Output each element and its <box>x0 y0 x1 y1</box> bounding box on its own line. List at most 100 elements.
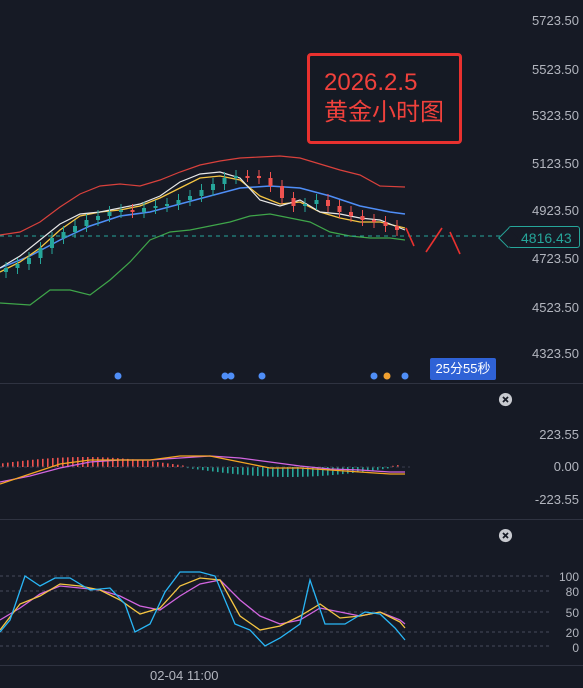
candle-body <box>291 198 296 206</box>
macd-bar <box>152 461 154 467</box>
macd-bar <box>162 462 164 467</box>
macd-bar <box>142 460 144 467</box>
ma-fast-line <box>0 171 406 269</box>
candle-body <box>27 258 31 264</box>
candle-body <box>107 212 112 216</box>
candle-body <box>383 222 388 226</box>
candle-body <box>257 176 261 178</box>
macd-pane[interactable]: 223.55 0.00 -223.55 <box>0 384 583 519</box>
candle-body <box>176 200 181 204</box>
price-level-label: 4523.50 <box>532 300 579 315</box>
price-pane[interactable]: 5723.50 5523.50 5323.50 5123.50 4923.50 … <box>0 0 583 383</box>
macd-bar <box>232 467 234 474</box>
candle-body <box>142 208 146 212</box>
price-level-label: 5723.50 <box>532 13 579 28</box>
candle-body <box>188 196 192 200</box>
macd-bar <box>62 457 64 467</box>
macd-bar <box>17 461 19 467</box>
event-marker <box>370 372 378 380</box>
macd-level-label: -223.55 <box>534 492 579 507</box>
macd-bar <box>242 467 244 475</box>
macd-bar <box>177 464 179 467</box>
time-axis-label: 02-04 11:00 <box>150 668 219 683</box>
price-level-label: 5323.50 <box>532 108 579 123</box>
macd-bar <box>157 462 159 467</box>
kdj-level-label: 0 <box>572 641 579 655</box>
prediction-stroke <box>449 231 461 255</box>
macd-bar <box>267 467 269 477</box>
annotation-box[interactable]: 2026.2.5 黄金小时图 <box>307 53 462 144</box>
event-marker <box>221 372 229 380</box>
candle-body <box>349 212 353 216</box>
price-level-label: 4923.50 <box>532 203 579 218</box>
candle-body <box>303 204 307 206</box>
price-level-label: 5123.50 <box>532 156 579 171</box>
event-marker <box>227 372 235 380</box>
candle-body <box>337 206 342 212</box>
candle-body <box>38 248 43 258</box>
prediction-stroke <box>405 227 415 247</box>
bar-countdown: 25分55秒 <box>430 358 496 380</box>
macd-bar <box>217 467 219 473</box>
macd-bar <box>387 467 389 469</box>
macd-bar <box>47 458 49 467</box>
prediction-stroke <box>425 227 443 253</box>
macd-bar <box>112 457 114 467</box>
candlestick-series <box>4 170 399 278</box>
price-level-label: 4723.50 <box>532 251 579 266</box>
macd-bar <box>107 457 109 467</box>
candle-body <box>395 226 399 230</box>
event-marker <box>401 372 409 380</box>
event-marker <box>114 372 122 380</box>
event-marker <box>258 372 266 380</box>
price-chart <box>0 155 510 380</box>
macd-bar <box>32 459 34 467</box>
event-marker <box>383 372 391 380</box>
macd-bar <box>57 457 59 467</box>
price-level-label: 4323.50 <box>532 346 579 361</box>
kdj-level-label: 20 <box>565 626 579 640</box>
macd-bar <box>27 460 29 467</box>
candle-body <box>360 216 365 220</box>
macd-bar <box>382 467 384 470</box>
kdj-level-label: 80 <box>565 585 579 599</box>
candle-body <box>211 184 215 190</box>
macd-bar <box>82 457 84 467</box>
price-level-label: 5523.50 <box>532 62 579 77</box>
macd-bar <box>2 463 4 467</box>
candle-body <box>280 186 284 198</box>
candle-body <box>199 190 204 196</box>
candle-body <box>165 204 169 206</box>
macd-bar <box>167 463 169 467</box>
candle-body <box>153 206 158 208</box>
macd-bar <box>202 467 204 471</box>
macd-bar <box>247 467 249 476</box>
macd-bar <box>102 457 104 467</box>
macd-bar <box>227 467 229 474</box>
macd-bar <box>347 467 349 474</box>
macd-bar <box>332 467 334 476</box>
macd-bar <box>222 467 224 473</box>
bollinger-lower-line <box>0 213 406 306</box>
macd-bar <box>372 467 374 471</box>
candle-body <box>15 264 20 268</box>
candle-body <box>372 220 376 222</box>
macd-chart <box>0 455 410 485</box>
candle-body <box>84 220 89 226</box>
candle-body <box>245 176 250 178</box>
macd-bar <box>172 464 174 467</box>
annotation-date: 2026.2.5 <box>324 69 418 96</box>
kdj-pane[interactable]: 100 80 50 20 0 <box>0 520 583 665</box>
candle-body <box>4 268 8 272</box>
macd-bar <box>37 459 39 467</box>
candle-body <box>96 216 100 220</box>
macd-bar <box>257 467 259 476</box>
candle-body <box>234 176 238 178</box>
candle-body <box>222 178 227 184</box>
macd-bar <box>67 457 69 467</box>
candle-body <box>61 232 66 238</box>
kdj-level-label: 50 <box>565 606 579 620</box>
macd-bar <box>147 460 149 467</box>
candle-body <box>73 226 77 232</box>
annotation-title: 黄金小时图 <box>324 99 444 126</box>
